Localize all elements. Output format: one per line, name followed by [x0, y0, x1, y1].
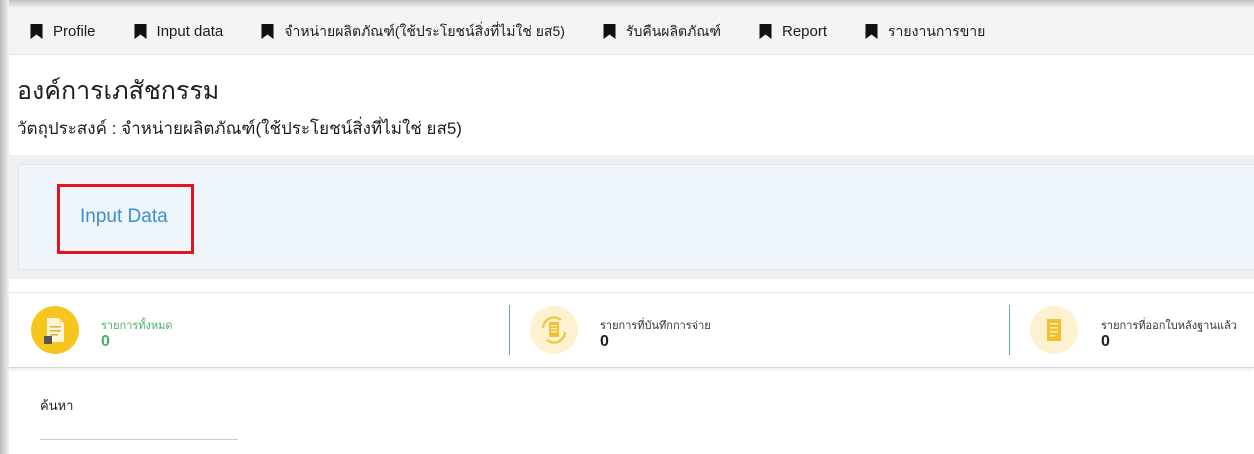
- stat-value: 0: [1101, 333, 1110, 350]
- stats-band: รายการทั้งหมด 0 รายการที่บันทึกการจ่าย 0…: [9, 292, 1254, 368]
- refresh-document-icon: [530, 306, 578, 354]
- search-label: ค้นหา: [40, 398, 74, 413]
- nav-item-label: จำหน่ายผลิตภัณฑ์(ใช้ประโยชน์สิ่งที่ไม่ใช…: [284, 22, 565, 39]
- nav-item-label: Profile: [53, 23, 96, 40]
- receipt-icon: [1030, 306, 1078, 354]
- nav-item-profile[interactable]: Profile: [30, 23, 96, 40]
- stat-value: 0: [101, 333, 110, 350]
- page-title: องค์การเภสัชกรรม: [17, 77, 220, 105]
- top-navbar: Profile Input data จำหน่ายผลิตภัณฑ์(ใช้ป…: [9, 9, 1254, 55]
- input-data-link[interactable]: Input Data: [80, 206, 168, 228]
- input-data-panel-body: [18, 164, 1254, 270]
- stat-label: รายการที่ออกใบหลังฐานแล้ว: [1101, 320, 1237, 332]
- stat-receipt-issued: รายการที่ออกใบหลังฐานแล้ว 0: [1030, 293, 1254, 367]
- nav-item-label: รับคืนผลิตภัณฑ์: [625, 22, 721, 39]
- stat-label: รายการที่บันทึกการจ่าย: [600, 320, 711, 332]
- objective-text: วัตถุประสงค์ : จำหน่ายผลิตภัณฑ์(ใช้ประโย…: [17, 119, 462, 138]
- nav-item-input-data[interactable]: Input data: [134, 23, 224, 40]
- nav-item-report[interactable]: Report: [759, 23, 827, 40]
- stat-divider: [509, 305, 510, 355]
- app-window: Profile Input data จำหน่ายผลิตภัณฑ์(ใช้ป…: [0, 0, 1254, 454]
- nav-item-label: Input data: [156, 23, 224, 40]
- bookmark-icon: [759, 24, 772, 39]
- window-shadow-top: [0, 0, 1254, 9]
- stat-payment-recorded: รายการที่บันทึกการจ่าย 0: [530, 293, 830, 367]
- bookmark-icon: [30, 24, 43, 39]
- search-input[interactable]: [40, 421, 238, 440]
- nav-item-label: Report: [782, 23, 828, 40]
- document-icon: [31, 306, 79, 354]
- stat-value: 0: [600, 333, 609, 350]
- page: Profile Input data จำหน่ายผลิตภัณฑ์(ใช้ป…: [9, 9, 1254, 454]
- stat-divider: [1009, 305, 1010, 355]
- input-data-panel: [9, 155, 1254, 279]
- bookmark-icon: [865, 24, 878, 39]
- nav-item-return-product[interactable]: รับคืนผลิตภัณฑ์: [603, 21, 721, 43]
- stat-label: รายการทั้งหมด: [101, 320, 173, 332]
- bookmark-icon: [134, 24, 147, 39]
- nav-item-distribute-product[interactable]: จำหน่ายผลิตภัณฑ์(ใช้ประโยชน์สิ่งที่ไม่ใช…: [261, 21, 565, 43]
- bookmark-icon: [261, 24, 274, 39]
- bookmark-icon: [603, 24, 616, 39]
- nav-item-sales-report[interactable]: รายงานการขาย: [865, 21, 985, 43]
- stat-total-items: รายการทั้งหมด 0: [31, 293, 331, 367]
- nav-item-label: รายงานการขาย: [888, 22, 986, 39]
- window-shadow-left: [0, 0, 9, 454]
